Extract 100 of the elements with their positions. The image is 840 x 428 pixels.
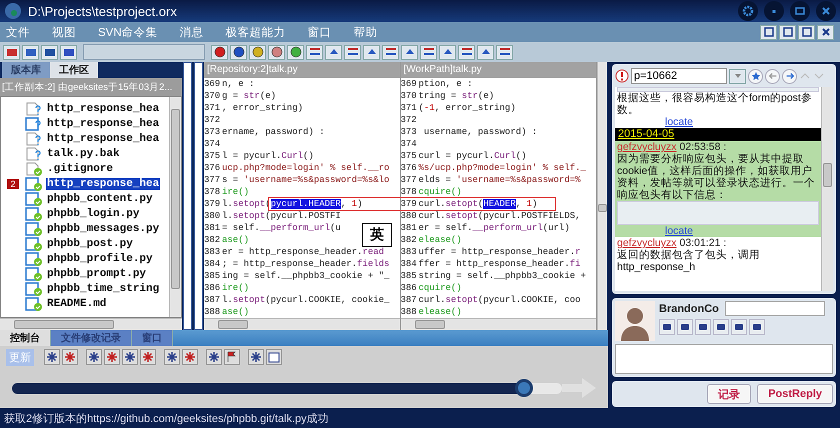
line-number: 370 (400, 90, 418, 102)
console-tab[interactable]: 控制台 (0, 330, 51, 346)
tree-item[interactable]: phpbb_post.py (46, 238, 134, 250)
tree-item[interactable]: talk.py.bak (46, 148, 121, 160)
line-number: 387 (204, 294, 222, 306)
line-number: 371 (400, 102, 418, 114)
code-line: ase() (222, 306, 250, 318)
tree-item[interactable]: README.md (46, 298, 108, 310)
code-line: er = http_response_header.read (222, 246, 384, 258)
tree-item[interactable]: phpbb_profile.py (46, 252, 154, 264)
line-number: 376 (204, 162, 222, 174)
code-line: string = self.__phpbb3_cookie + (418, 270, 586, 282)
line-number: 382 (204, 234, 222, 246)
line-number: 379 (400, 198, 418, 210)
line-number: 372 (204, 114, 222, 126)
line-number: 377 (400, 174, 418, 186)
code-line: ase() (222, 234, 250, 246)
code-line: ing = self.__phpbb3_cookie + "_ (222, 270, 390, 282)
user-name: BrandonCo (659, 302, 719, 314)
line-number: 374 (400, 138, 418, 150)
line-number: 388 (204, 306, 222, 318)
line-number: 378 (400, 186, 418, 198)
pane-title: [Repository:2]talk.py (204, 62, 400, 78)
code-line: curl.setopt(pycurl.COOKIE, coo (418, 294, 581, 306)
code-line: = self.__perform_url(u (222, 222, 341, 234)
code-line: curl = pycurl.Curl() (418, 150, 527, 162)
message-text: 返回的数据包含了包头，调用http_response_h (617, 249, 761, 273)
tree-item[interactable]: http_response_hea (46, 102, 160, 114)
line-number: 388 (400, 306, 418, 318)
code-line: ire() (222, 282, 250, 294)
message-time: 03:01:21 : (680, 237, 726, 249)
code-line: n, e : (222, 78, 254, 90)
code-line: ucp.php?mode=login' % self.__ro (222, 162, 390, 174)
line-number: 374 (204, 138, 222, 150)
tree-item[interactable]: .gitignore (46, 162, 114, 174)
line-number: 381 (204, 222, 222, 234)
code-line: ire() (222, 186, 250, 198)
date-header: 2015-04-05 (615, 128, 821, 141)
line-number: 383 (204, 246, 222, 258)
message-text: 因为需要分析响应包头，要从其中提取cookie值，这样后面的操作，如获取用户资料，发帖等就可以登录状态进行。一个响应包头有以下信息： (617, 153, 816, 201)
code-line: ffer = http_response_header.fi (418, 258, 581, 270)
code-line: l.setopt(pycurl.POSTFI (222, 210, 341, 222)
line-number: 380 (400, 210, 418, 222)
tree-item[interactable]: phpbb_prompt.py (46, 268, 148, 280)
line-number: 376 (400, 162, 418, 174)
code-line: g = str(e) (222, 90, 276, 102)
record-button[interactable]: 记录 (707, 384, 752, 404)
code-line: cquire() (418, 282, 462, 294)
author-link[interactable]: gefzvycluyzx (617, 141, 677, 153)
line-number: 369 (204, 78, 222, 90)
code-line: elease() (418, 234, 462, 246)
code-line: ; = http_response_header.fields (222, 258, 390, 270)
line-number: 380 (204, 210, 222, 222)
code-line: , error_string) (222, 102, 304, 114)
code-line: username, password) : (422, 126, 538, 138)
tree-item[interactable]: phpbb_login.py (46, 208, 140, 220)
tree-item[interactable]: http_response_hea (46, 132, 160, 144)
window-title: D:\Projects\testproject.orx (28, 4, 178, 18)
pane-title: [WorkPath]talk.py (400, 62, 596, 78)
tree-item[interactable]: http_response_hea (46, 118, 160, 130)
code-line: cquire() (418, 186, 462, 198)
line-number: 386 (204, 282, 222, 294)
change-badge: 2 (7, 178, 18, 188)
line-number: 385 (400, 270, 418, 282)
locate-link[interactable]: locate (665, 116, 694, 128)
code-line: elease() (418, 306, 462, 318)
code-line: uffer = http_response_header.r (418, 246, 581, 258)
working-copy-path: [工作副本:2] 由geeksites于15年03月2... (0, 78, 182, 96)
line-number: 387 (400, 294, 418, 306)
tree-item[interactable]: phpbb_time_string (46, 282, 160, 294)
code-line: ername, password) : (222, 126, 325, 138)
code-line: l.setopt(pycurl.COOKIE, cookie_ (222, 294, 390, 306)
line-number: 383 (400, 246, 418, 258)
code-line: curl.setopt(pycurl.POSTFIELDS, (418, 210, 581, 222)
line-number: 378 (204, 186, 222, 198)
locate-link[interactable]: locate (665, 225, 694, 237)
line-number: 385 (204, 270, 222, 282)
line-number: 381 (400, 222, 418, 234)
post-reply-button[interactable]: PostReply (757, 384, 833, 404)
tree-item[interactable]: http_response_hea (46, 178, 160, 190)
code-line: tring = str(e) (418, 90, 494, 102)
line-number: 375 (204, 150, 222, 162)
line-number: 382 (400, 234, 418, 246)
code-line: %s/ucp.php?mode=login' % self._ (418, 162, 586, 174)
author-link[interactable]: gefzvycluyzx (617, 237, 677, 249)
line-number: 372 (400, 114, 418, 126)
panel-tab[interactable]: 工作区 (50, 62, 98, 78)
line-number: 369 (400, 78, 418, 90)
code-line: curl.setopt(HEADER, 1) (418, 198, 538, 210)
code-line: s = 'username=%s&password=%s&lo (222, 174, 390, 186)
line-number: 370 (204, 90, 222, 102)
tree-item[interactable]: phpbb_messages.py (46, 222, 160, 234)
tree-item[interactable]: phpbb_content.py (46, 192, 154, 204)
line-number: 384 (204, 258, 222, 270)
address-field[interactable]: p=10662 (631, 68, 727, 84)
code-line: ption, e : (418, 78, 473, 90)
code-line: er = self.__perform_url(url) (418, 222, 570, 234)
line-number: 375 (400, 150, 418, 162)
code-line: l = pycurl.Curl() (222, 150, 314, 162)
panel-tab[interactable]: 版本库 (2, 62, 50, 78)
